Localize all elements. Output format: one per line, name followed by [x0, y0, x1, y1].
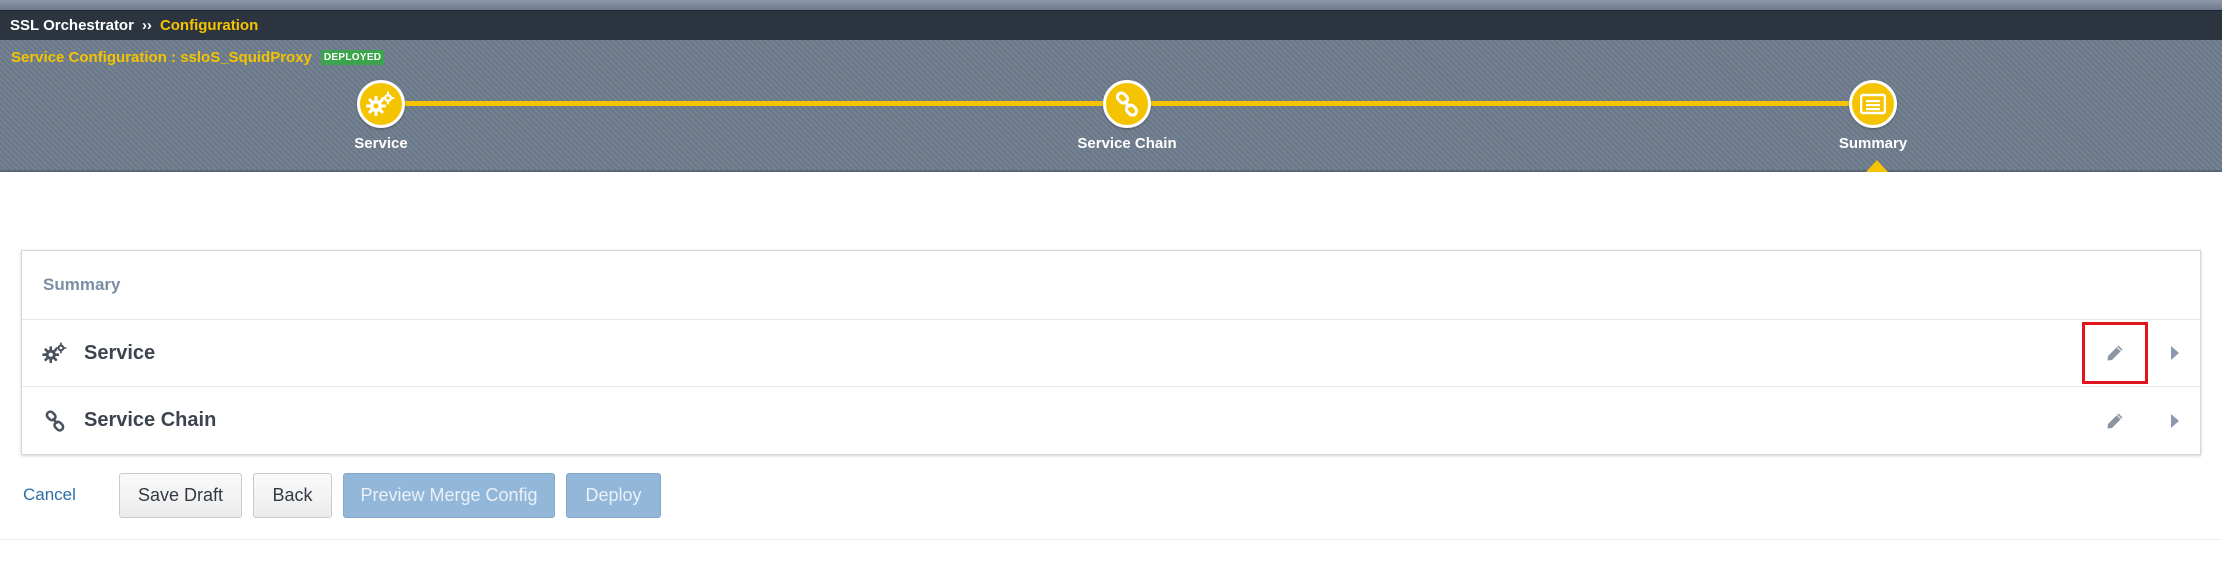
wizard-step-service-chain[interactable]: Service Chain — [1047, 80, 1207, 152]
back-button[interactable]: Back — [253, 473, 332, 518]
link-icon — [1103, 80, 1151, 128]
row-actions — [2082, 320, 2200, 386]
cancel-link[interactable]: Cancel — [23, 485, 76, 505]
edit-service-chain-button[interactable] — [2082, 390, 2148, 452]
summary-row-service[interactable]: Service — [22, 320, 2200, 387]
service-configuration-label: Service Configuration : ssloS_SquidProxy — [11, 49, 312, 66]
wizard-step-summary[interactable]: Summary — [1793, 80, 1953, 152]
summary-row-label: Service Chain — [84, 409, 217, 431]
breadcrumb-current: Configuration — [159, 17, 259, 34]
gears-icon — [357, 80, 405, 128]
summary-list-icon — [1849, 80, 1897, 128]
summary-panel-title: Summary — [22, 251, 2200, 320]
breadcrumb: SSL Orchestrator ›› Configuration — [0, 10, 2222, 40]
save-draft-button[interactable]: Save Draft — [119, 473, 242, 518]
caret-right-icon — [2171, 413, 2179, 428]
preview-merge-config-button[interactable]: Preview Merge Config — [343, 473, 555, 518]
footer-divider — [0, 539, 2222, 540]
wizard-step-label: Service Chain — [1077, 135, 1177, 152]
status-badge: DEPLOYED — [320, 50, 385, 65]
footer-actions: Cancel Save Draft Back Preview Merge Con… — [0, 473, 2222, 519]
summary-row-label: Service — [84, 341, 156, 364]
pencil-icon — [2107, 413, 2123, 428]
deploy-button[interactable]: Deploy — [566, 473, 661, 518]
breadcrumb-separator: ›› — [141, 17, 152, 34]
service-configuration-title: Service Configuration : ssloS_SquidProxy… — [11, 49, 385, 66]
expand-service-button[interactable] — [2162, 333, 2188, 373]
summary-panel: Summary Service Service Chain — [21, 250, 2201, 455]
edit-service-button[interactable] — [2082, 322, 2148, 384]
pencil-icon — [2107, 345, 2123, 361]
active-step-indicator — [1866, 160, 1888, 172]
expand-service-chain-button[interactable] — [2162, 401, 2188, 441]
breadcrumb-root[interactable]: SSL Orchestrator — [10, 17, 134, 34]
summary-row-service-chain[interactable]: Service Chain — [22, 387, 2200, 454]
wizard-step-label: Service — [354, 135, 408, 152]
gears-icon — [42, 340, 68, 366]
caret-right-icon — [2171, 346, 2179, 360]
link-icon — [42, 408, 68, 434]
wizard-step-label: Summary — [1838, 135, 1908, 152]
window-top-strip — [0, 0, 2222, 10]
row-actions — [2082, 387, 2200, 454]
wizard-step-service[interactable]: Service — [301, 80, 461, 152]
wizard-header: Service Configuration : ssloS_SquidProxy… — [0, 40, 2222, 172]
